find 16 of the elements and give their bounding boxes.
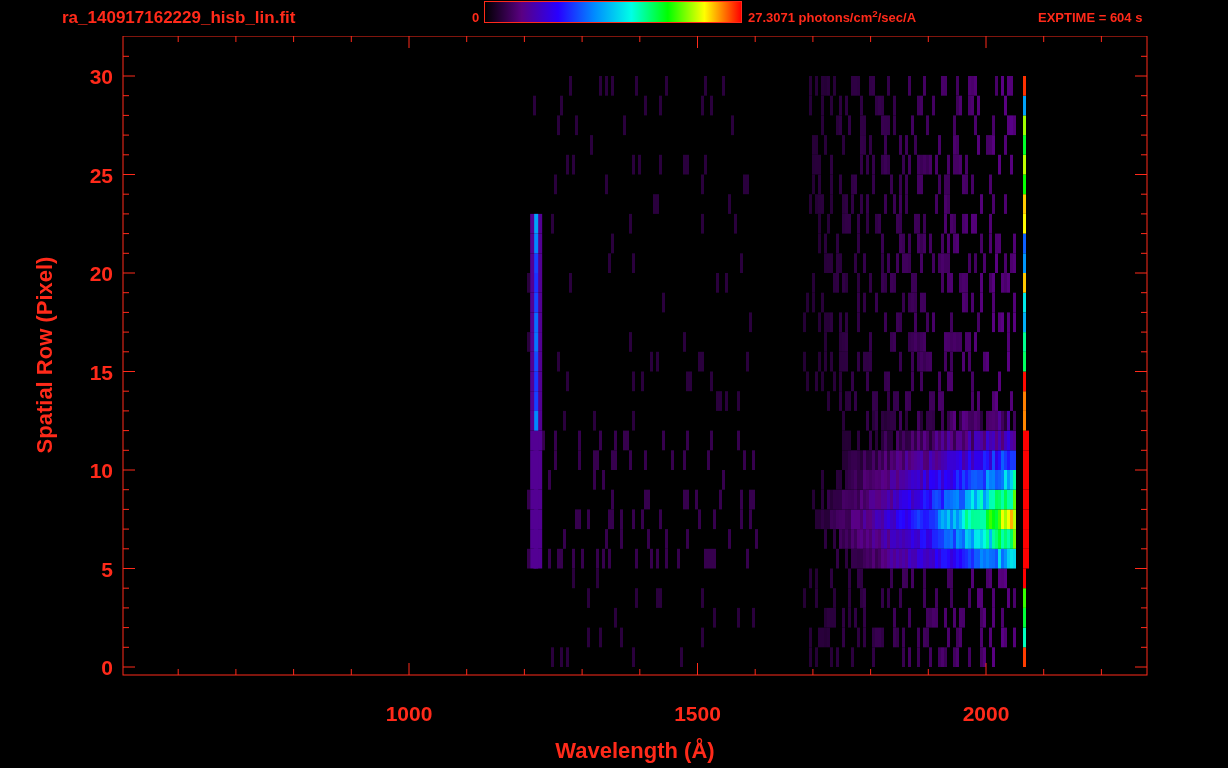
colorbar-min-label: 0 bbox=[472, 9, 481, 28]
y-tick-label: 25 bbox=[89, 163, 113, 187]
y-tick-label: 30 bbox=[89, 65, 113, 88]
x-tick-label: 1000 bbox=[385, 702, 433, 725]
y-axis-title: Spatial Row (Pixel) bbox=[32, 256, 57, 454]
y-tick-label: 20 bbox=[89, 262, 113, 285]
y-tick-label: 0 bbox=[101, 656, 113, 679]
y-tick-label: 5 bbox=[101, 557, 113, 581]
exposure-time: EXPTIME = 604 s bbox=[1038, 9, 1143, 28]
x-tick-label: 1500 bbox=[674, 702, 721, 725]
x-axis-title: Wavelength (Å) bbox=[555, 738, 715, 763]
file-title: ra_140917162229_hisb_lin.fit bbox=[62, 7, 297, 30]
y-tick-label: 15 bbox=[89, 360, 113, 384]
colorbar-max-label: 27.3071 photons/cm$^{2}$/sec/A bbox=[748, 8, 918, 28]
y-tick-label: 10 bbox=[89, 459, 113, 482]
x-tick-label: 2000 bbox=[962, 702, 1010, 725]
